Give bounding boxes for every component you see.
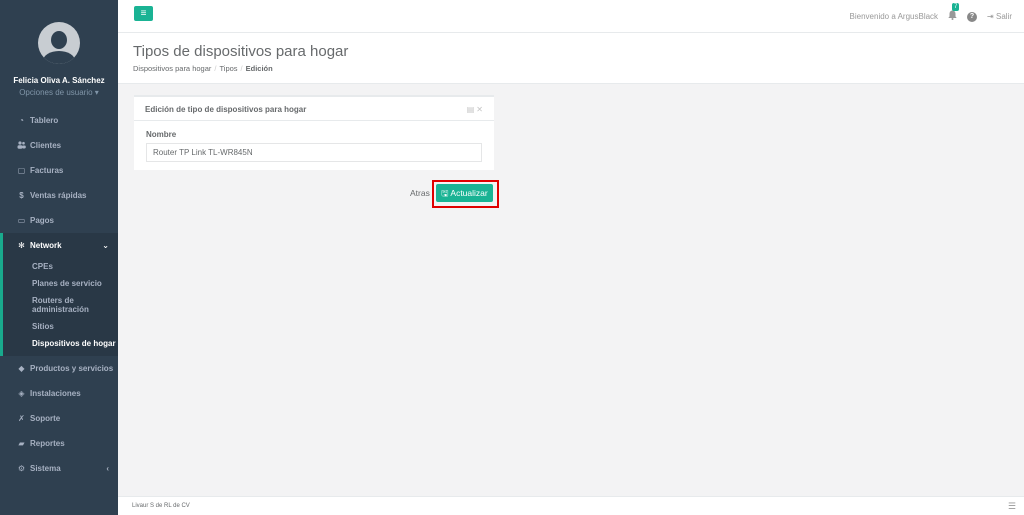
breadcrumb-item-dispositivos[interactable]: Dispositivos para hogar — [133, 64, 211, 73]
sidebar-group-network: ✻ Network ⌄ CPEs Planes de servicio Rout… — [0, 233, 118, 356]
page-title: Tipos de dispositivos para hogar — [133, 43, 349, 60]
snowflake-icon: ✻ — [18, 241, 25, 250]
footer-text: Livaur S de RL de CV — [132, 503, 190, 509]
sidebar-item-label: Instalaciones — [30, 389, 81, 398]
panel-tools: ▤✕ — [467, 105, 485, 114]
dollar-icon: $ — [19, 191, 24, 200]
sign-out-icon: ⇥ — [987, 12, 994, 21]
sidebar-item-facturas[interactable]: ▢ Facturas — [0, 158, 118, 183]
network-submenu: CPEs Planes de servicio Routers de admin… — [3, 258, 118, 356]
help-icon[interactable]: ? — [967, 11, 978, 22]
breadcrumb-item-current: Edición — [245, 64, 273, 73]
sidebar-subitem-routers-de-administracion[interactable]: Routers de administración — [3, 292, 118, 318]
book-icon: ▰ — [18, 439, 25, 448]
sidebar-item-tablero[interactable]: ◔ Tablero — [0, 108, 118, 133]
sidebar-nav-lower: ◆ Productos y servicios ◈ Instalaciones … — [0, 356, 118, 481]
diamond-icon: ◈ — [18, 389, 25, 398]
sidebar-item-label: Reportes — [30, 439, 65, 448]
file-icon: ▢ — [17, 166, 26, 175]
bell-icon — [948, 10, 957, 20]
user-options-dropdown[interactable]: Opciones de usuario ▾ — [0, 88, 118, 97]
sidebar-subitem-cpes[interactable]: CPEs — [3, 258, 118, 275]
sidebar-item-pagos[interactable]: ▭ Pagos — [0, 208, 118, 233]
sidebar-item-label: Productos y servicios — [30, 364, 114, 373]
sidebar-item-label: Ventas rápidas — [30, 191, 87, 200]
sidebar-item-ventas-rapidas[interactable]: $ Ventas rápidas — [0, 183, 118, 208]
gears-icon: ⚙ — [17, 464, 26, 473]
tag-icon: ◆ — [18, 364, 25, 373]
sidebar-item-label: Tablero — [30, 116, 59, 125]
footer: Livaur S de RL de CV ☰ — [118, 496, 1024, 515]
sidebar-item-label: Facturas — [30, 166, 64, 175]
breadcrumb-item-tipos[interactable]: Tipos — [219, 64, 237, 73]
top-navbar: ≡ Bienvenido a ArgusBlack 7 ? ⇥ Salir — [118, 0, 1024, 33]
money-icon: ▭ — [17, 216, 26, 225]
dashboard-icon: ◔ — [19, 116, 24, 125]
sidebar: Felicia Oliva A. Sánchez Opciones de usu… — [0, 0, 118, 515]
top-right-links: Bienvenido a ArgusBlack 7 ? ⇥ Salir — [850, 0, 1012, 33]
logout-link[interactable]: ⇥ Salir — [987, 12, 1012, 21]
update-button-label: Actualizar — [450, 188, 488, 198]
welcome-text: Bienvenido a ArgusBlack — [849, 12, 939, 21]
sidebar-nav: ◔ Tablero Clientes ▢ Facturas $ Ventas r… — [0, 108, 118, 233]
chat-icon[interactable]: ☰ — [1008, 501, 1016, 512]
users-icon — [16, 140, 27, 151]
update-button[interactable]: 🖫 Actualizar — [436, 184, 493, 202]
user-name: Felicia Oliva A. Sánchez — [13, 76, 105, 85]
sidebar-item-productos-y-servicios[interactable]: ◆ Productos y servicios — [0, 356, 118, 381]
panel-title-text: Edición de tipo de dispositivos para hog… — [145, 105, 307, 114]
collapse-icon[interactable]: ▤ — [467, 105, 477, 114]
wrench-icon: ✗ — [18, 414, 25, 423]
sidebar-item-instalaciones[interactable]: ◈ Instalaciones — [0, 381, 118, 406]
sidebar-subitem-dispositivos-de-hogar[interactable]: Dispositivos de hogar — [3, 335, 118, 352]
hamburger-icon: ≡ — [140, 8, 147, 19]
sidebar-item-label: Soporte — [30, 414, 61, 423]
sidebar-item-network[interactable]: ✻ Network ⌄ — [3, 233, 118, 258]
sidebar-item-label: Pagos — [30, 216, 55, 225]
user-profile: Felicia Oliva A. Sánchez Opciones de usu… — [0, 0, 118, 108]
menu-toggle-button[interactable]: ≡ — [134, 6, 153, 21]
close-icon[interactable]: ✕ — [476, 105, 485, 114]
notification-count-badge: 7 — [952, 3, 960, 11]
sidebar-item-soporte[interactable]: ✗ Soporte — [0, 406, 118, 431]
edit-panel: Edición de tipo de dispositivos para hog… — [134, 95, 494, 170]
sidebar-subitem-sitios[interactable]: Sitios — [3, 318, 118, 335]
avatar[interactable] — [38, 22, 80, 64]
save-icon: 🖫 — [441, 188, 449, 198]
panel-title: Edición de tipo de dispositivos para hog… — [134, 97, 494, 121]
sidebar-subitem-planes-de-servicio[interactable]: Planes de servicio — [3, 275, 118, 292]
sidebar-item-label: Clientes — [30, 141, 62, 150]
sidebar-item-label: Sistema — [30, 464, 61, 473]
sidebar-item-clientes[interactable]: Clientes — [0, 133, 118, 158]
chevron-left-icon: ‹ — [106, 464, 109, 473]
back-link[interactable]: Atras — [410, 188, 430, 198]
chevron-down-icon: ⌄ — [102, 241, 109, 250]
sidebar-item-reportes[interactable]: ▰ Reportes — [0, 431, 118, 456]
nombre-label: Nombre — [146, 130, 177, 139]
notifications-button[interactable]: 7 — [948, 3, 960, 23]
page-heading: Tipos de dispositivos para hogar Disposi… — [118, 33, 1024, 84]
sidebar-item-sistema[interactable]: ⚙ Sistema ‹ — [0, 456, 118, 481]
sidebar-item-label: Network — [30, 241, 62, 250]
nombre-input[interactable] — [146, 143, 482, 162]
breadcrumb: Dispositivos para hogar / Tipos / Edición — [133, 64, 273, 73]
panel-body: Nombre — [134, 121, 494, 171]
logout-label: Salir — [995, 12, 1012, 21]
